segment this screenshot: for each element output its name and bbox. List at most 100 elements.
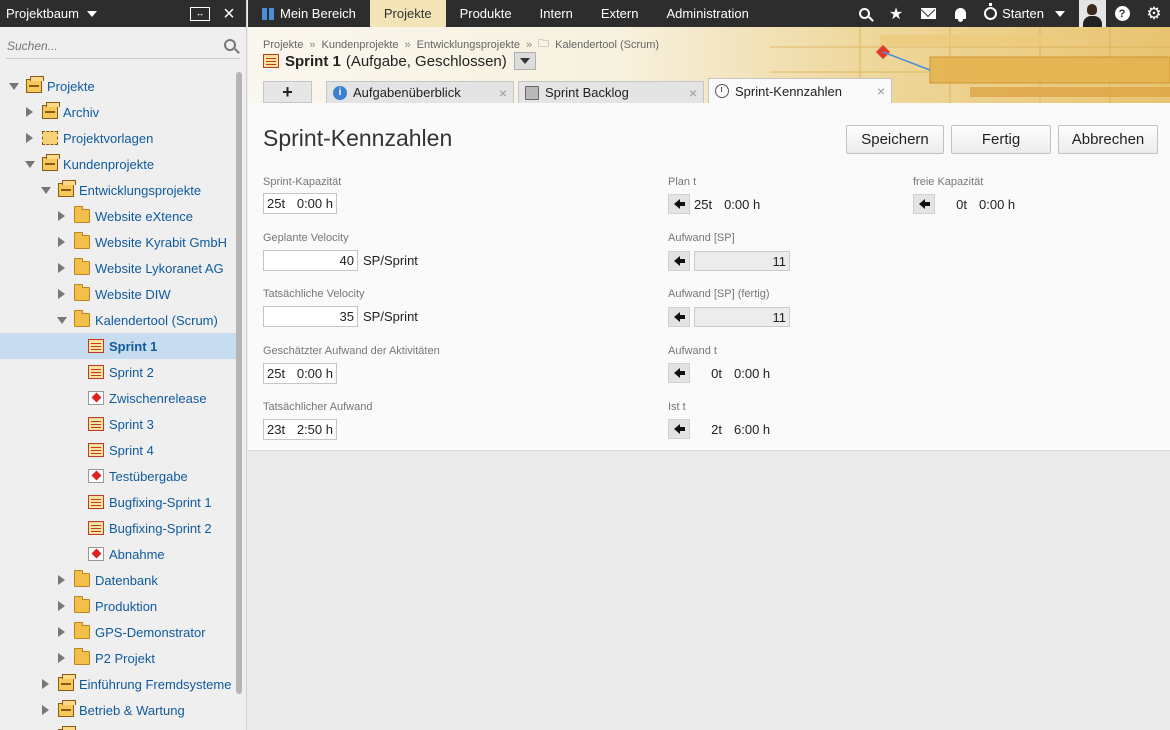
expanded-triangle-icon[interactable] (25, 160, 35, 168)
form-actions: Speichern Fertig Abbrechen (846, 125, 1158, 154)
milestone-icon (88, 391, 104, 405)
folder-icon (74, 258, 90, 275)
collapsed-triangle-icon[interactable] (42, 679, 49, 689)
add-tab-button[interactable]: + (263, 81, 312, 103)
tree-item[interactable]: Betrieb & Wartung (0, 697, 238, 723)
tree-item[interactable]: Archiv (0, 99, 238, 125)
hours-value: 2:50 h (296, 422, 333, 437)
sidebar-scrollbar[interactable] (236, 72, 242, 694)
tree-item[interactable]: Website Lykoranet AG (0, 255, 238, 281)
breadcrumb-item[interactable]: Kalendertool (Scrum) (555, 39, 659, 51)
nav-mein-bereich[interactable]: Mein Bereich (248, 0, 370, 27)
star-icon[interactable]: ★ (880, 4, 912, 24)
nav-extern[interactable]: Extern (587, 0, 653, 27)
tree-item[interactable]: Sprint 2 (0, 359, 238, 385)
done-button[interactable]: Fertig (951, 125, 1051, 154)
tree-item[interactable]: Zwischenrelease (0, 385, 238, 411)
tree-item[interactable]: Bugfixing-Sprint 2 (0, 515, 238, 541)
avatar[interactable] (1079, 0, 1106, 27)
tree-item[interactable]: Einführung Fremdsysteme (0, 671, 238, 697)
tree-item-label: Projektvorlagen (63, 130, 154, 146)
gear-icon[interactable]: ⚙ (1138, 4, 1170, 24)
tree-item[interactable]: Sprint 1 (0, 333, 238, 359)
search-icon[interactable] (848, 8, 880, 19)
tree-item[interactable]: Website eXtence (0, 203, 238, 229)
tree-item[interactable]: Datenbank (0, 567, 238, 593)
breadcrumb-item[interactable]: Projekte (263, 39, 303, 51)
tree-item[interactable]: Abnahme (0, 541, 238, 567)
mail-icon[interactable] (912, 8, 944, 19)
nav-administration[interactable]: Administration (652, 0, 762, 27)
tree-item[interactable]: Projekte (0, 73, 238, 99)
collapsed-triangle-icon[interactable] (58, 575, 65, 585)
tree-item[interactable]: Testübergabe (0, 463, 238, 489)
help-icon[interactable]: ? (1106, 6, 1138, 21)
tab-sprint-backlog[interactable]: Sprint Backlog × (518, 81, 704, 103)
close-icon[interactable]: × (491, 85, 507, 101)
nav-produkte[interactable]: Produkte (446, 0, 526, 27)
starten-dropdown[interactable]: Starten (976, 3, 1073, 21)
tree-item[interactable]: Produktion (0, 593, 238, 619)
cancel-button[interactable]: Abbrechen (1058, 125, 1158, 154)
tree-item[interactable]: Website Kyrabit GmbH (0, 229, 238, 255)
breadcrumb-item[interactable]: Entwicklungsprojekte (417, 39, 520, 51)
planned-velocity-field: 40 SP/Sprint (263, 250, 418, 271)
folder-icon (74, 596, 90, 613)
collapsed-triangle-icon[interactable] (58, 263, 65, 273)
estimated-effort-input[interactable]: 25t 0:00 h (263, 363, 337, 384)
collapsed-triangle-icon[interactable] (58, 289, 65, 299)
bell-icon[interactable] (944, 8, 976, 22)
collapsed-triangle-icon[interactable] (58, 237, 65, 247)
expanded-triangle-icon[interactable] (41, 186, 51, 194)
expanded-triangle-icon[interactable] (57, 316, 67, 324)
tree-item[interactable]: Sprint 3 (0, 411, 238, 437)
tree-item[interactable]: Website DIW (0, 281, 238, 307)
sidebar-title-dropdown[interactable]: Projektbaum (6, 6, 97, 21)
arrow-left-icon[interactable] (668, 194, 690, 214)
tree-item[interactable]: P2 Projekt (0, 645, 238, 671)
tab-sprint-kennzahlen[interactable]: Sprint-Kennzahlen × (708, 78, 892, 103)
tree-item[interactable]: Beratungsprojekte (0, 723, 238, 730)
arrow-left-icon[interactable] (913, 194, 935, 214)
save-button[interactable]: Speichern (846, 125, 944, 154)
tree-item[interactable]: GPS-Demonstrator (0, 619, 238, 645)
object-menu-dropdown[interactable] (513, 52, 536, 70)
close-icon[interactable]: × (218, 4, 240, 24)
expanded-triangle-icon[interactable] (9, 82, 19, 90)
breadcrumb-item[interactable]: Kundenprojekte (321, 39, 398, 51)
search-icon[interactable] (224, 39, 236, 51)
tab-aufgabenueberblick[interactable]: i Aufgabenüberblick × (326, 81, 514, 103)
collapsed-triangle-icon[interactable] (58, 211, 65, 221)
tree-item[interactable]: Projektvorlagen (0, 125, 238, 151)
folder-icon: 🗀 (538, 38, 550, 50)
collapse-sidebar-icon[interactable]: ↔ (190, 6, 210, 21)
folder-icon (74, 284, 90, 301)
nav-intern[interactable]: Intern (526, 0, 587, 27)
collapsed-triangle-icon[interactable] (58, 627, 65, 637)
arrow-left-icon[interactable] (668, 363, 690, 383)
tree-item[interactable]: Entwicklungsprojekte (0, 177, 238, 203)
tree-item[interactable]: Kundenprojekte (0, 151, 238, 177)
project-icon (58, 674, 76, 691)
capacity-input[interactable]: 25t 0:00 h (263, 193, 337, 214)
tree-item[interactable]: Kalendertool (Scrum) (0, 307, 238, 333)
arrow-left-icon[interactable] (668, 419, 690, 439)
collapsed-triangle-icon[interactable] (42, 705, 49, 715)
nav-label: Administration (666, 6, 749, 21)
nav-projekte[interactable]: Projekte (369, 0, 446, 27)
planned-velocity-input[interactable]: 40 (263, 250, 358, 271)
tree-item[interactable]: Bugfixing-Sprint 1 (0, 489, 238, 515)
arrow-left-icon[interactable] (668, 307, 690, 327)
collapsed-triangle-icon[interactable] (26, 133, 33, 143)
actual-effort-input[interactable]: 23t 2:50 h (263, 419, 337, 440)
collapsed-triangle-icon[interactable] (26, 107, 33, 117)
collapsed-triangle-icon[interactable] (58, 653, 65, 663)
close-icon[interactable]: × (869, 83, 885, 99)
arrow-left-icon[interactable] (668, 251, 690, 271)
tree-item[interactable]: Sprint 4 (0, 437, 238, 463)
tree-search-input[interactable] (6, 38, 206, 53)
close-icon[interactable]: × (681, 85, 697, 101)
actual-velocity-input[interactable]: 35 (263, 306, 358, 327)
collapsed-triangle-icon[interactable] (58, 601, 65, 611)
